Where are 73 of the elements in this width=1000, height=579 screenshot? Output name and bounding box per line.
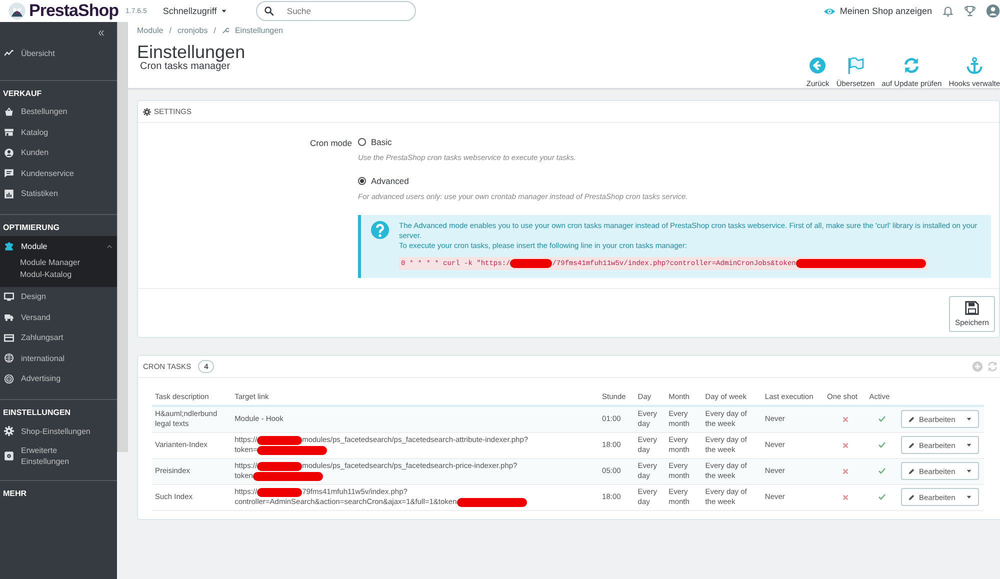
sidebar-item[interactable]: Module	[0, 236, 117, 256]
sidebar-item[interactable]: Bestellungen	[0, 102, 117, 122]
sidebar-item[interactable]: Shop-Einstellungen	[0, 421, 117, 442]
pencil-icon	[908, 494, 915, 500]
target-icon	[4, 374, 14, 384]
pencil-icon	[908, 416, 915, 423]
sidebar-item[interactable]: Zahlungsart	[0, 328, 117, 348]
page-subtitle: Cron tasks manager	[140, 61, 230, 72]
submenu-item[interactable]: Module Manager	[20, 258, 117, 266]
globe-icon	[4, 353, 14, 364]
gear-icon	[4, 426, 14, 436]
wrench-icon	[222, 27, 229, 34]
sidebar-item[interactable]: Versand	[0, 307, 117, 328]
puzzle-icon	[4, 241, 14, 252]
breadcrumb-link[interactable]: Einstellungen	[234, 26, 284, 35]
sidebar-item[interactable]: Statistiken	[0, 184, 117, 204]
breadcrumb-separator: /	[169, 26, 172, 35]
trend-line-icon	[4, 48, 14, 58]
section-heading: MEHR	[2, 488, 28, 500]
avatar-icon[interactable]	[986, 4, 1000, 18]
logo-text: PrestaShop	[29, 1, 118, 21]
sidebar-item[interactable]: Kunden	[0, 142, 117, 163]
radio-option[interactable]: Basic	[358, 137, 999, 147]
gear-icon	[143, 108, 151, 116]
store-icon	[4, 127, 14, 138]
page-title: Einstellungen	[137, 43, 246, 61]
redaction-mark	[456, 498, 527, 506]
field-label: Cron mode	[308, 137, 353, 150]
pencil-icon	[908, 468, 915, 474]
gear-square-icon	[4, 450, 14, 460]
collapse-icon[interactable]	[97, 29, 105, 37]
breadcrumb-separator: /	[214, 26, 216, 35]
user-circle-icon	[4, 148, 14, 158]
sidebar-item[interactable]: Design	[0, 286, 117, 307]
breadcrumb-link[interactable]: Module	[137, 26, 164, 35]
sidebar-item[interactable]: Erweiterte Einstellungen	[0, 442, 117, 470]
submenu-item[interactable]: Modul-Katalog	[20, 270, 117, 278]
help-icon	[371, 221, 389, 239]
section-heading: VERKAUF	[2, 88, 43, 100]
caret-icon	[966, 494, 972, 500]
refresh-icon	[903, 57, 920, 74]
sidebar-item[interactable]: Katalog	[0, 122, 117, 142]
basket-icon	[4, 106, 14, 117]
scrollbar[interactable]	[117, 22, 128, 452]
sidebar-item[interactable]: Übersicht	[0, 43, 117, 64]
search-icon	[264, 6, 274, 16]
caret-icon	[966, 468, 972, 474]
view-shop-label: Meinen Shop anzeigen	[840, 6, 932, 16]
sidebar-item[interactable]: Advertising	[0, 368, 117, 389]
flag-icon	[846, 57, 864, 74]
view-shop-link[interactable]: Meinen Shop anzeigen	[824, 6, 932, 16]
pencil-icon	[908, 442, 915, 448]
card-icon	[4, 332, 14, 343]
search-field[interactable]: Suche	[256, 1, 416, 21]
anchor-icon	[966, 57, 983, 74]
sidebar-item[interactable]: Kundenservice	[0, 163, 117, 184]
breadcrumb-link[interactable]: cronjobs	[177, 26, 208, 35]
caret-icon	[966, 416, 972, 422]
quick-access-dropdown[interactable]: Schnellzugriff	[162, 6, 245, 16]
monitor-icon	[4, 292, 14, 302]
truck-icon	[4, 312, 14, 322]
redaction-mark	[510, 259, 552, 268]
section-heading: EINSTELLUNGEN	[2, 407, 72, 419]
caret-icon	[966, 442, 972, 448]
radio-option[interactable]: Advanced	[358, 176, 999, 186]
trophy-icon[interactable]	[964, 5, 976, 17]
section-heading: OPTIMIERUNG	[2, 222, 60, 234]
bell-icon[interactable]	[942, 5, 954, 17]
caret-icon	[220, 8, 227, 14]
redaction-mark	[257, 488, 302, 496]
chat-icon	[4, 168, 14, 178]
bar-chart-icon	[4, 188, 14, 199]
sidebar-item[interactable]: international	[0, 348, 117, 368]
